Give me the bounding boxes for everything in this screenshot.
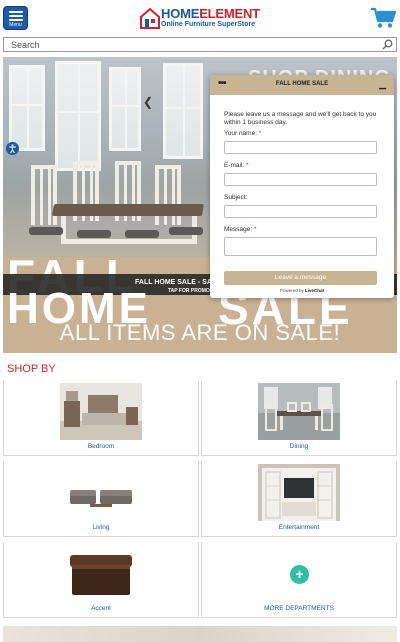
category-label: Entertainment [278, 524, 320, 531]
bedroom-image [60, 383, 142, 440]
menu-label: Menu [9, 22, 22, 28]
message-label: Message: * [224, 226, 257, 233]
page: Menu HOMEELEMENT Online Furniture SuperS… [0, 0, 400, 642]
name-field[interactable] [224, 141, 377, 154]
subject-label: Subject: [224, 194, 248, 201]
category-label: Living [92, 524, 110, 531]
entertainment-image [258, 464, 340, 521]
site-logo[interactable]: HOMEELEMENT Online Furniture SuperStore [140, 7, 265, 31]
category-label: MORE DEPARTMENTS [264, 605, 334, 612]
accent-image [60, 545, 142, 602]
next-banner-image [3, 626, 397, 642]
search-input[interactable] [4, 38, 374, 51]
cart-icon[interactable] [370, 7, 396, 29]
message-field[interactable] [224, 237, 377, 256]
plus-icon: + [290, 565, 309, 584]
email-field[interactable] [224, 173, 377, 186]
chat-header: ••• FALL HOME SALE ▁ [210, 75, 394, 95]
email-label: E-mail: * [224, 162, 249, 169]
leave-message-button[interactable]: Leave a message [224, 271, 377, 285]
livechat-widget: ••• FALL HOME SALE ▁ Please leave us a m… [210, 75, 394, 298]
brand-tagline: Online Furniture SuperStore [161, 21, 256, 28]
category-dining[interactable]: Dining [201, 380, 397, 456]
category-bedroom[interactable]: Bedroom [3, 380, 199, 456]
site-header: Menu HOMEELEMENT Online Furniture SuperS… [0, 0, 400, 36]
category-accent[interactable]: Accent [3, 542, 199, 618]
search-bar [3, 37, 397, 52]
brand-home: HOME [161, 6, 200, 21]
house-logo-icon [140, 8, 160, 29]
search-icon[interactable] [382, 39, 393, 50]
name-label: Your name: * [224, 130, 262, 137]
slide-prev-icon[interactable]: ❮ [143, 95, 153, 109]
minimize-icon[interactable]: ▁ [379, 79, 386, 90]
chat-intro: Please leave us a message and we'll get … [224, 111, 377, 126]
accessibility-icon[interactable] [6, 142, 19, 155]
category-more-departments[interactable]: + MORE DEPARTMENTS [201, 542, 397, 618]
subject-field[interactable] [224, 205, 377, 218]
brand-element: ELEMENT [199, 6, 260, 21]
menu-button[interactable]: Menu [3, 6, 28, 30]
category-label: Bedroom [87, 443, 115, 450]
powered-by: Powered by LiveChat [279, 288, 325, 293]
brand-name: HOMEELEMENT [161, 7, 260, 20]
dining-image [258, 383, 340, 440]
hero-all-items-text: ALL ITEMS ARE ON SALE! [59, 320, 341, 345]
category-living[interactable]: Living [3, 461, 199, 537]
living-image [60, 464, 142, 521]
chat-title: FALL HOME SALE [275, 81, 329, 87]
category-label: Accent [91, 605, 111, 612]
category-label: Dining [289, 443, 309, 450]
promo-strip-subtext: TAP FOR PROMO [168, 288, 210, 294]
category-entertainment[interactable]: Entertainment [201, 461, 397, 537]
shop-by-title: SHOP BY [7, 363, 56, 375]
